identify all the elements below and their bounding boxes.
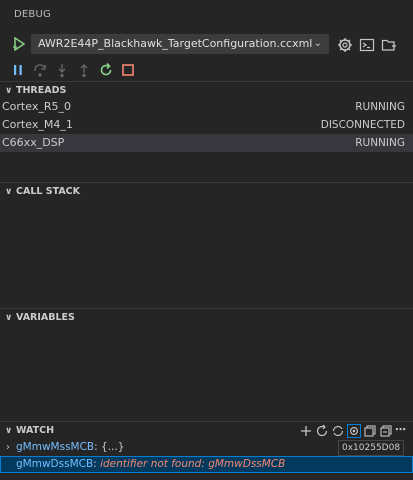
thread-name: Cortex_R5_0 [2,100,71,113]
watch-item[interactable]: › gMmwMssMCB: {...} [0,439,413,456]
watch-expression: gMmwDssMCB [16,458,94,470]
pause-icon[interactable] [10,62,26,78]
step-over-icon[interactable] [32,62,48,78]
call-stack-section-header[interactable]: ∨ CALL STACK [0,182,413,202]
collapse-all-icon[interactable] [379,424,393,438]
step-into-icon[interactable] [54,62,70,78]
thread-row[interactable]: Cortex_R5_0 RUNNING [0,98,413,116]
add-folder-icon[interactable] [381,37,397,53]
thread-name: Cortex_M4_1 [2,118,73,131]
hex-format-icon[interactable] [347,424,361,438]
variables-title: VARIABLES [16,312,75,323]
thread-row[interactable]: Cortex_M4_1 DISCONNECTED [0,116,413,134]
watch-expression: gMmwMssMCB [16,441,95,453]
thread-state: DISCONNECTED [320,119,405,131]
watch-separator: : [94,441,102,453]
play-icon[interactable] [12,37,26,51]
launch-config-label: AWR2E44P_Blackhawk_TargetConfiguration.c… [38,37,313,50]
refresh-icon[interactable] [315,424,329,438]
stop-icon[interactable] [120,62,136,78]
thread-name: C66xx_DSP [2,136,65,149]
watch-title: WATCH [16,425,55,436]
watch-error-value: identifier not found: gMmwDssMCB [100,458,286,470]
debug-toolbar [0,60,413,80]
more-icon[interactable]: ⋯ [395,424,409,438]
panel-title: DEBUG [14,9,51,20]
launch-config-select[interactable]: AWR2E44P_Blackhawk_TargetConfiguration.c… [31,34,329,54]
launch-config-bar: AWR2E44P_Blackhawk_TargetConfiguration.c… [0,32,413,58]
watch-value: {...} [101,441,125,453]
chevron-down-icon: ∨ [5,313,13,323]
thread-row[interactable]: C66xx_DSP RUNNING [0,134,413,152]
variables-section-header[interactable]: ∨ VARIABLES [0,308,413,328]
add-icon[interactable] [299,424,313,438]
chevron-right-icon[interactable]: › [6,439,10,456]
restart-icon[interactable] [98,62,114,78]
watch-section-header[interactable]: ∨ WATCH ⋯ [0,421,413,441]
step-out-icon[interactable] [76,62,92,78]
call-stack-title: CALL STACK [16,186,81,197]
copy-icon[interactable] [363,424,377,438]
chevron-down-icon: ∨ [5,426,13,436]
terminal-icon[interactable] [359,37,375,53]
thread-state: RUNNING [355,101,405,113]
gear-icon[interactable] [337,37,353,53]
thread-state: RUNNING [355,137,405,149]
sync-icon[interactable] [331,424,345,438]
chevron-down-icon: ⌄ [313,38,322,49]
chevron-down-icon: ∨ [5,187,13,197]
watch-item[interactable]: gMmwDssMCB: identifier not found: gMmwDs… [0,456,413,473]
